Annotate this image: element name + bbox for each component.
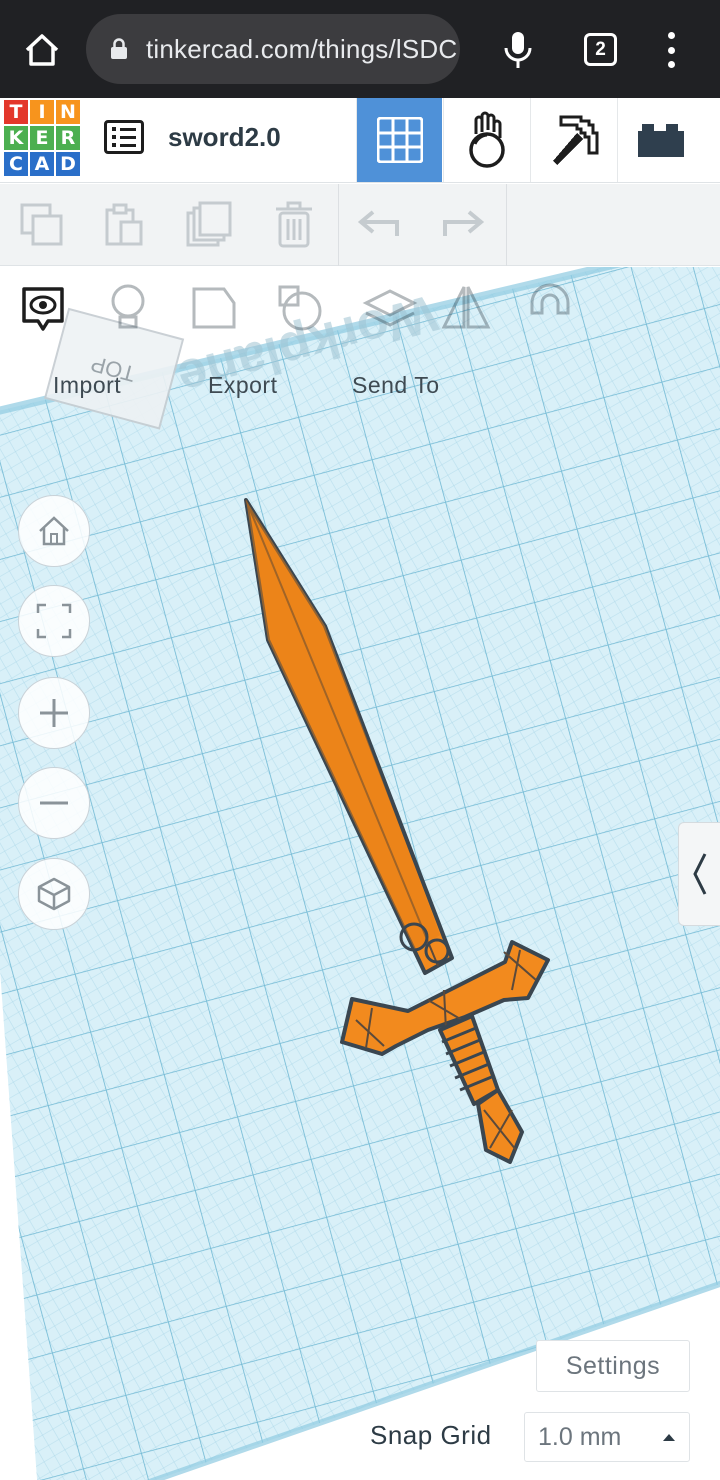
brick-icon <box>637 124 684 157</box>
overflow-menu-icon[interactable] <box>662 30 680 70</box>
ruler-icon[interactable] <box>276 283 326 335</box>
logo-letter: R <box>56 126 80 150</box>
tabs-icon[interactable]: 2 <box>584 33 617 66</box>
workplane-scene: Workplane TOP <box>0 267 720 1480</box>
import-button[interactable]: Import <box>53 372 121 399</box>
eye-icon[interactable] <box>20 285 66 337</box>
snap-grid-select[interactable]: 1.0 mm <box>524 1412 690 1462</box>
workplane-icon[interactable] <box>362 283 418 335</box>
fit-all-icon <box>36 603 72 639</box>
app-header: T I N K E R C A D sword2.0 <box>0 98 720 183</box>
tab-codeblocks[interactable] <box>443 98 529 182</box>
tab-minecraft[interactable] <box>530 98 616 182</box>
delete-icon[interactable] <box>270 200 318 250</box>
note-icon[interactable] <box>190 283 238 335</box>
logo-letter: D <box>56 152 80 176</box>
settings-button[interactable]: Settings <box>536 1340 690 1392</box>
zoom-out-icon <box>40 801 68 805</box>
toolbar-divider <box>338 184 339 266</box>
logo-letter: T <box>4 100 28 124</box>
edit-toolbar <box>0 184 720 266</box>
tinkercad-logo[interactable]: T I N K E R C A D <box>4 100 80 178</box>
grid-icon <box>376 117 423 163</box>
home-view-button[interactable] <box>18 495 90 567</box>
fit-all-button[interactable] <box>18 585 90 657</box>
magnet-icon[interactable] <box>524 283 576 335</box>
chevron-left-icon <box>692 853 706 895</box>
mirror-icon[interactable] <box>440 283 492 335</box>
toolbar-divider <box>506 184 507 266</box>
address-bar[interactable]: tinkercad.com/things/lSDC <box>86 14 460 84</box>
logo-letter: K <box>4 126 28 150</box>
lightbulb-icon[interactable] <box>106 283 150 335</box>
send-to-button[interactable]: Send To <box>352 372 439 399</box>
export-button[interactable]: Export <box>208 372 277 399</box>
zoom-in-icon <box>40 699 68 727</box>
lock-icon <box>110 38 128 65</box>
browser-toolbar: tinkercad.com/things/lSDC 2 <box>0 0 720 98</box>
undo-icon[interactable] <box>356 200 404 250</box>
url-text: tinkercad.com/things/lSDC <box>146 34 458 64</box>
logo-letter: I <box>30 100 54 124</box>
logo-letter: E <box>30 126 54 150</box>
home-view-icon <box>39 516 69 546</box>
caret-up-icon <box>663 1434 675 1441</box>
ortho-view-button[interactable] <box>18 858 90 930</box>
design-list-icon[interactable] <box>104 120 144 154</box>
paste-icon[interactable] <box>100 200 148 250</box>
mic-icon[interactable] <box>496 26 540 74</box>
zoom-in-button[interactable] <box>18 677 90 749</box>
logo-letter: C <box>4 152 28 176</box>
design-title[interactable]: sword2.0 <box>168 122 281 153</box>
home-icon[interactable] <box>18 26 66 74</box>
redo-icon[interactable] <box>438 200 486 250</box>
codeblocks-icon <box>468 111 505 168</box>
duplicate-icon[interactable] <box>186 200 234 250</box>
pickaxe-icon <box>552 115 598 165</box>
logo-letter: N <box>56 100 80 124</box>
snap-grid-value: 1.0 mm <box>538 1423 622 1451</box>
workplane-canvas[interactable]: Workplane TOP <box>0 267 720 1480</box>
tab-3d-design[interactable] <box>356 98 442 182</box>
snap-grid-label: Snap Grid <box>370 1420 492 1450</box>
shape-panel-toggle[interactable] <box>678 822 720 926</box>
ortho-view-icon <box>37 877 71 911</box>
logo-letter: A <box>30 152 54 176</box>
tab-lego[interactable] <box>617 98 703 182</box>
zoom-out-button[interactable] <box>18 767 90 839</box>
copy-icon[interactable] <box>18 200 66 250</box>
